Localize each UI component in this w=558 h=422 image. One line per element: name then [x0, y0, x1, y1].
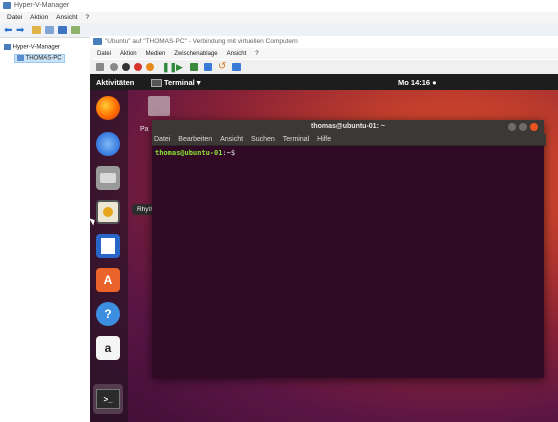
enhanced-session-icon[interactable]	[232, 63, 241, 71]
host-menu-help[interactable]: ?	[85, 12, 89, 23]
host-title-bar: Hyper-V-Manager	[0, 0, 558, 12]
host-tree-pane: Hyper-V-Manager THOMAS-PC	[0, 38, 91, 422]
vm-menu-ansicht[interactable]: Ansicht	[227, 49, 247, 60]
tree-item-thomas-pc[interactable]: THOMAS-PC	[14, 54, 65, 63]
host-title: Hyper-V-Manager	[14, 2, 70, 9]
desktop-item-label: Pa	[140, 126, 149, 133]
server-icon	[4, 44, 11, 50]
prompt-user-host: thomas@ubuntu-01	[155, 149, 223, 157]
host-menu-bar: Datei Aktion Ansicht ?	[0, 12, 558, 23]
help-icon[interactable]: ?	[96, 302, 120, 326]
clock[interactable]: Mo 14:16 ●	[398, 78, 437, 87]
trash-icon[interactable]	[148, 96, 170, 116]
host-menu-ansicht[interactable]: Ansicht	[56, 12, 77, 23]
maximize-icon[interactable]	[519, 123, 527, 131]
tree-root-label: Hyper-V-Manager	[12, 44, 61, 51]
software-center-icon[interactable]: A	[96, 268, 120, 292]
terminal-menu-ansicht[interactable]: Ansicht	[220, 134, 243, 145]
vm-menu-datei[interactable]: Datei	[97, 49, 111, 60]
terminal-small-icon	[151, 79, 162, 87]
terminal-menu-bar: Datei Bearbeiten Ansicht Suchen Terminal…	[152, 134, 546, 146]
shutdown-icon[interactable]	[134, 63, 142, 71]
host-menu-aktion[interactable]: Aktion	[30, 12, 48, 23]
terminal-title-bar: thomas@ubuntu-01: ~	[152, 120, 544, 134]
tree-item-hyperv-manager[interactable]: Hyper-V-Manager	[4, 44, 60, 51]
terminal-menu-bearbeiten[interactable]: Bearbeiten	[178, 134, 212, 145]
terminal-dock-slot[interactable]: >_	[93, 384, 123, 414]
thunderbird-icon[interactable]	[96, 132, 120, 156]
minimize-icon[interactable]	[508, 123, 516, 131]
vm-toolbar: ❚❚ ▶ ↺	[90, 60, 558, 75]
terminal-title: thomas@ubuntu-01: ~	[311, 123, 385, 130]
resume-icon[interactable]: ▶	[176, 62, 183, 73]
tree-child-label: THOMAS-PC	[25, 55, 62, 62]
ubuntu-top-bar: Aktivitäten Terminal ▾ Mo 14:16 ●	[90, 74, 558, 90]
files-icon[interactable]	[96, 166, 120, 190]
back-arrow-icon[interactable]: ⬅	[4, 25, 12, 36]
prompt-path: :~$	[222, 149, 236, 157]
vm-window-icon	[93, 38, 102, 45]
properties-icon[interactable]	[71, 26, 80, 34]
forward-arrow-icon[interactable]: ➡	[16, 25, 24, 36]
hyperv-app-icon	[3, 2, 11, 9]
writer-icon[interactable]	[96, 234, 120, 258]
terminal-prompt[interactable]: thomas@ubuntu-01:~$	[155, 149, 235, 157]
console-tree-icon[interactable]	[45, 26, 54, 34]
revert-icon[interactable]: ↺	[218, 61, 226, 72]
computer-icon	[17, 55, 24, 61]
save-state-icon[interactable]	[146, 63, 154, 71]
vm-menu-bar: Datei Aktion Medien Zwischenablage Ansic…	[90, 48, 558, 59]
terminal-menu-terminal[interactable]: Terminal	[283, 134, 309, 145]
vm-menu-aktion[interactable]: Aktion	[120, 49, 137, 60]
reset-icon[interactable]	[190, 63, 198, 71]
folder-icon[interactable]	[32, 26, 41, 34]
start-icon[interactable]	[110, 63, 118, 71]
terminal-menu-datei[interactable]: Datei	[154, 134, 170, 145]
pause-icon[interactable]: ❚❚	[162, 62, 177, 73]
app-menu[interactable]: Terminal ▾	[164, 78, 201, 87]
terminal-menu-suchen[interactable]: Suchen	[251, 134, 275, 145]
vm-menu-zwischenablage[interactable]: Zwischenablage	[174, 49, 217, 60]
rhythmbox-icon[interactable]	[96, 200, 120, 224]
vm-title: "Ubuntu" auf "THOMAS-PC" - Verbindung mi…	[105, 38, 298, 45]
amazon-icon[interactable]: a	[96, 336, 120, 360]
close-icon[interactable]	[530, 123, 538, 131]
vm-menu-help[interactable]: ?	[255, 49, 258, 60]
ubuntu-desktop[interactable]: Aktivitäten Terminal ▾ Mo 14:16 ● Pa A ?…	[90, 74, 558, 422]
help-icon[interactable]	[58, 26, 67, 34]
ctrl-alt-del-icon[interactable]	[96, 63, 104, 71]
checkpoint-icon[interactable]	[204, 63, 212, 71]
terminal-icon: >_	[96, 389, 120, 409]
terminal-window[interactable]: thomas@ubuntu-01: ~ Datei Bearbeiten Ans…	[152, 120, 546, 378]
host-menu-datei[interactable]: Datei	[7, 12, 22, 23]
firefox-icon[interactable]	[96, 96, 120, 120]
activities-button[interactable]: Aktivitäten	[96, 78, 134, 87]
vm-menu-medien[interactable]: Medien	[146, 49, 166, 60]
turn-off-icon[interactable]	[122, 63, 130, 71]
dock: A ? a >_	[90, 90, 128, 422]
terminal-menu-hilfe[interactable]: Hilfe	[317, 134, 331, 145]
